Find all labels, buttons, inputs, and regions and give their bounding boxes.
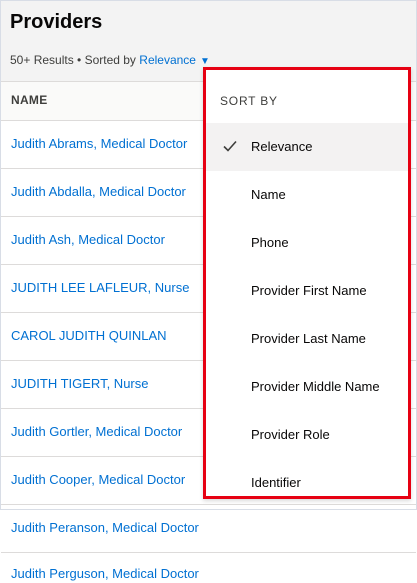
sort-option-label: Provider First Name [251,283,367,298]
sort-by-dropdown: SORT BY Relevance Name Phone Provider Fi… [203,67,411,499]
sort-option-provider-first-name[interactable]: Provider First Name [206,267,408,315]
sort-option-identifier[interactable]: Identifier [206,459,408,507]
results-summary: 50+ Results • Sorted by Relevance ▼ [10,53,210,67]
sort-option-label: Name [251,187,286,202]
sort-option-relevance[interactable]: Relevance [206,123,408,171]
provider-link[interactable]: JUDITH TIGERT, Nurse [11,376,148,391]
sort-option-label: Relevance [251,139,313,154]
provider-link[interactable]: Judith Cooper, Medical Doctor [11,472,185,487]
sort-option-label: Provider Middle Name [251,379,380,394]
sort-option-provider-last-name[interactable]: Provider Last Name [206,315,408,363]
sort-option-provider-middle-name[interactable]: Provider Middle Name [206,363,408,411]
provider-link[interactable]: CAROL JUDITH QUINLAN [11,328,167,343]
sort-option-label: Identifier [251,475,301,490]
provider-link[interactable]: Judith Perguson, Medical Doctor [11,566,199,581]
results-count: 50+ Results • Sorted by [10,53,136,67]
sort-options: Relevance Name Phone Provider First Name… [206,123,408,507]
page-title: Providers [10,11,103,33]
checkmark-icon [223,140,237,152]
dropdown-title: SORT BY [220,94,278,108]
caret-down-icon: ▼ [199,56,210,67]
provider-link[interactable]: Judith Abrams, Medical Doctor [11,136,187,151]
sort-option-label: Provider Last Name [251,331,366,346]
column-header-name: NAME [11,93,48,107]
sort-selector[interactable]: Relevance ▼ [139,53,210,67]
provider-link[interactable]: Judith Gortler, Medical Doctor [11,424,182,439]
provider-link[interactable]: Judith Ash, Medical Doctor [11,232,165,247]
provider-link[interactable]: JUDITH LEE LAFLEUR, Nurse [11,280,189,295]
sort-option-label: Provider Role [251,427,330,442]
sort-option-name[interactable]: Name [206,171,408,219]
sort-option-provider-role[interactable]: Provider Role [206,411,408,459]
sort-value: Relevance [139,53,196,67]
sort-option-phone[interactable]: Phone [206,219,408,267]
table-row: Judith Peranson, Medical Doctor [1,505,416,553]
provider-link[interactable]: Judith Peranson, Medical Doctor [11,520,199,535]
provider-link[interactable]: Judith Abdalla, Medical Doctor [11,184,186,199]
sort-option-label: Phone [251,235,289,250]
table-row: Judith Perguson, Medical Doctor [1,553,416,583]
